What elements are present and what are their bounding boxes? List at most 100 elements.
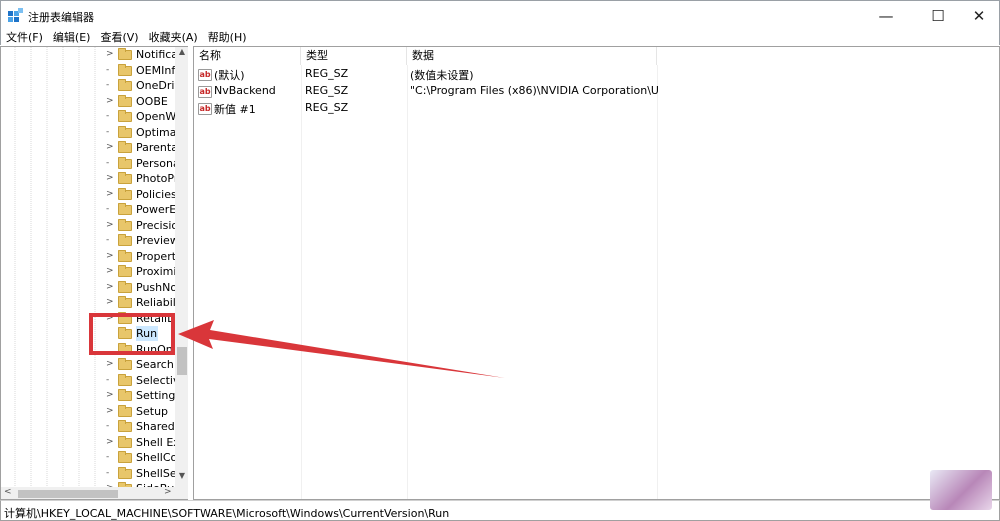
tree-item-label: PushNo [136,280,176,294]
close-button[interactable]: ✕ [956,1,1000,31]
tree-item-personalization[interactable]: - Persona [1,156,176,172]
tree-item-openwith[interactable]: - OpenW [1,109,176,125]
tree-item-shellcompat[interactable]: - ShellCo [1,450,176,466]
tree-item-propertysystem[interactable]: > Propert [1,249,176,265]
expand-icon[interactable]: > [106,389,114,401]
tree-horizontal-scrollbar[interactable]: < > [1,487,188,499]
maximize-button[interactable]: ☐ [915,1,961,31]
column-header-data[interactable]: 数据 [407,47,657,65]
tree-item-notifications[interactable]: > Notifica [1,47,176,63]
tree-item-optimal[interactable]: - Optimal [1,125,176,141]
tree-item-shell-extensions[interactable]: > Shell Ex [1,435,176,451]
tree-item-label: Parenta [136,141,176,154]
tree-item-shareddlls[interactable]: - SharedD [1,419,176,435]
expand-icon: - [106,64,110,75]
tree-item-setup[interactable]: > Setup [1,404,176,420]
tree-item-onedrive[interactable]: - OneDriv [1,78,176,94]
expand-icon[interactable]: > [106,250,114,262]
tree-item-precision[interactable]: > Precisio [1,218,176,234]
value-type: REG_SZ [305,67,349,80]
tree-item-search[interactable]: > Search [1,357,176,373]
column-header-name[interactable]: 名称 [194,47,301,65]
folder-icon [118,311,132,324]
minimize-button[interactable]: — [863,1,909,31]
expand-icon[interactable]: > [106,405,114,417]
tree-item-photoproperty[interactable]: > PhotoPr [1,171,176,187]
folder-icon [118,125,132,138]
expand-icon[interactable]: > [106,312,114,324]
scroll-right-icon[interactable]: > [164,487,172,497]
tree-item-policies[interactable]: > Policies [1,187,176,203]
expand-icon[interactable]: > [106,48,114,60]
registry-values-list[interactable]: 名称 类型 数据 ab (默认) REG_SZ (数值未设置) ab NvBac… [193,46,1000,500]
folder-icon [118,327,132,339]
tree-item-label: Search [136,358,174,371]
expand-icon[interactable]: > [106,281,114,293]
tree-item-label: OpenW [136,110,176,123]
expand-icon[interactable]: > [106,436,114,448]
tree-item-runonce[interactable]: RunOnc [1,342,176,358]
tree-item-retaildemo[interactable]: > RetailD [1,311,176,327]
value-row-new-value-1[interactable]: ab 新值 #1 REG_SZ [194,100,664,117]
menu-edit[interactable]: 编辑(E) [48,30,96,45]
folder-icon [118,218,132,231]
string-value-icon: ab [198,103,212,115]
scroll-left-icon[interactable]: < [4,487,12,497]
expand-icon[interactable]: > [106,95,114,107]
folder-icon [118,79,132,91]
tree-item-reliability[interactable]: > Reliabili [1,295,176,311]
folder-icon [118,187,132,200]
expand-icon[interactable]: > [106,358,114,370]
tree-item-label: Propert [136,249,176,263]
value-row-nvbackend[interactable]: ab NvBackend REG_SZ "C:\Program Files (x… [194,83,664,100]
maximize-icon: ☐ [931,7,945,25]
scroll-down-icon[interactable]: ▼ [175,471,188,485]
column-header-type[interactable]: 类型 [301,47,407,65]
menu-help[interactable]: 帮助(H) [203,30,252,45]
value-row-default[interactable]: ab (默认) REG_SZ (数值未设置) [194,66,664,83]
tree-item-settingsync[interactable]: > Setting [1,388,176,404]
scroll-up-icon[interactable]: ▲ [175,47,188,59]
tree-item-label: Notifica [136,48,176,61]
tree-item-shellserviceobjects[interactable]: - ShellSer [1,466,176,482]
folder-icon [118,466,132,479]
menu-bar: 文件(F) 编辑(E) 查看(V) 收藏夹(A) 帮助(H) [0,30,1000,45]
tree-vertical-scroll-thumb[interactable] [177,347,187,375]
expand-icon[interactable]: > [106,141,114,153]
menu-view[interactable]: 查看(V) [95,30,143,45]
folder-icon [118,110,132,122]
tree-item-powerefficiency[interactable]: - PowerEf [1,202,176,218]
menu-favorites[interactable]: 收藏夹(A) [144,30,203,45]
expand-icon[interactable]: > [106,219,114,231]
folder-icon [118,435,132,448]
expand-icon[interactable]: > [106,172,114,184]
registry-key-tree[interactable]: > Notifica - OEMInfo - OneDriv > OOBE - … [0,46,188,500]
expand-icon[interactable]: > [106,265,114,277]
tree-item-selectivefontsmoothing[interactable]: - Selectiv [1,373,176,389]
folder-icon [118,296,132,308]
tree-item-label: Setting [136,389,176,402]
tree-item-label: RetailD [136,311,176,325]
folder-icon [118,389,132,401]
expand-icon[interactable]: > [106,296,114,308]
string-value-icon: ab [198,86,212,98]
expand-icon: - [106,452,110,462]
column-divider [301,65,302,499]
tree-vertical-scrollbar[interactable]: ▲ ▼ [175,47,188,487]
tree-item-run[interactable]: Run [1,326,176,342]
tree-item-parental[interactable]: > Parenta [1,140,176,156]
regedit-app-icon [8,8,23,22]
folder-icon [118,404,132,417]
expand-icon[interactable]: > [106,188,114,200]
tree-item-preview[interactable]: - Preview [1,233,176,249]
tree-item-label: Policies [136,187,176,201]
tree-item-label: ShellCo [136,451,176,464]
tree-item-proximity[interactable]: > Proximi [1,264,176,280]
tree-horizontal-scroll-thumb[interactable] [18,490,118,498]
value-data: (数值未设置) [410,69,474,82]
tree-item-oeminformation[interactable]: - OEMInfo [1,63,176,79]
tree-item-label: Run [136,326,158,341]
tree-item-pushnotifications[interactable]: > PushNo [1,280,176,296]
tree-item-oobe[interactable]: > OOBE [1,94,176,110]
menu-file[interactable]: 文件(F) [1,30,48,45]
